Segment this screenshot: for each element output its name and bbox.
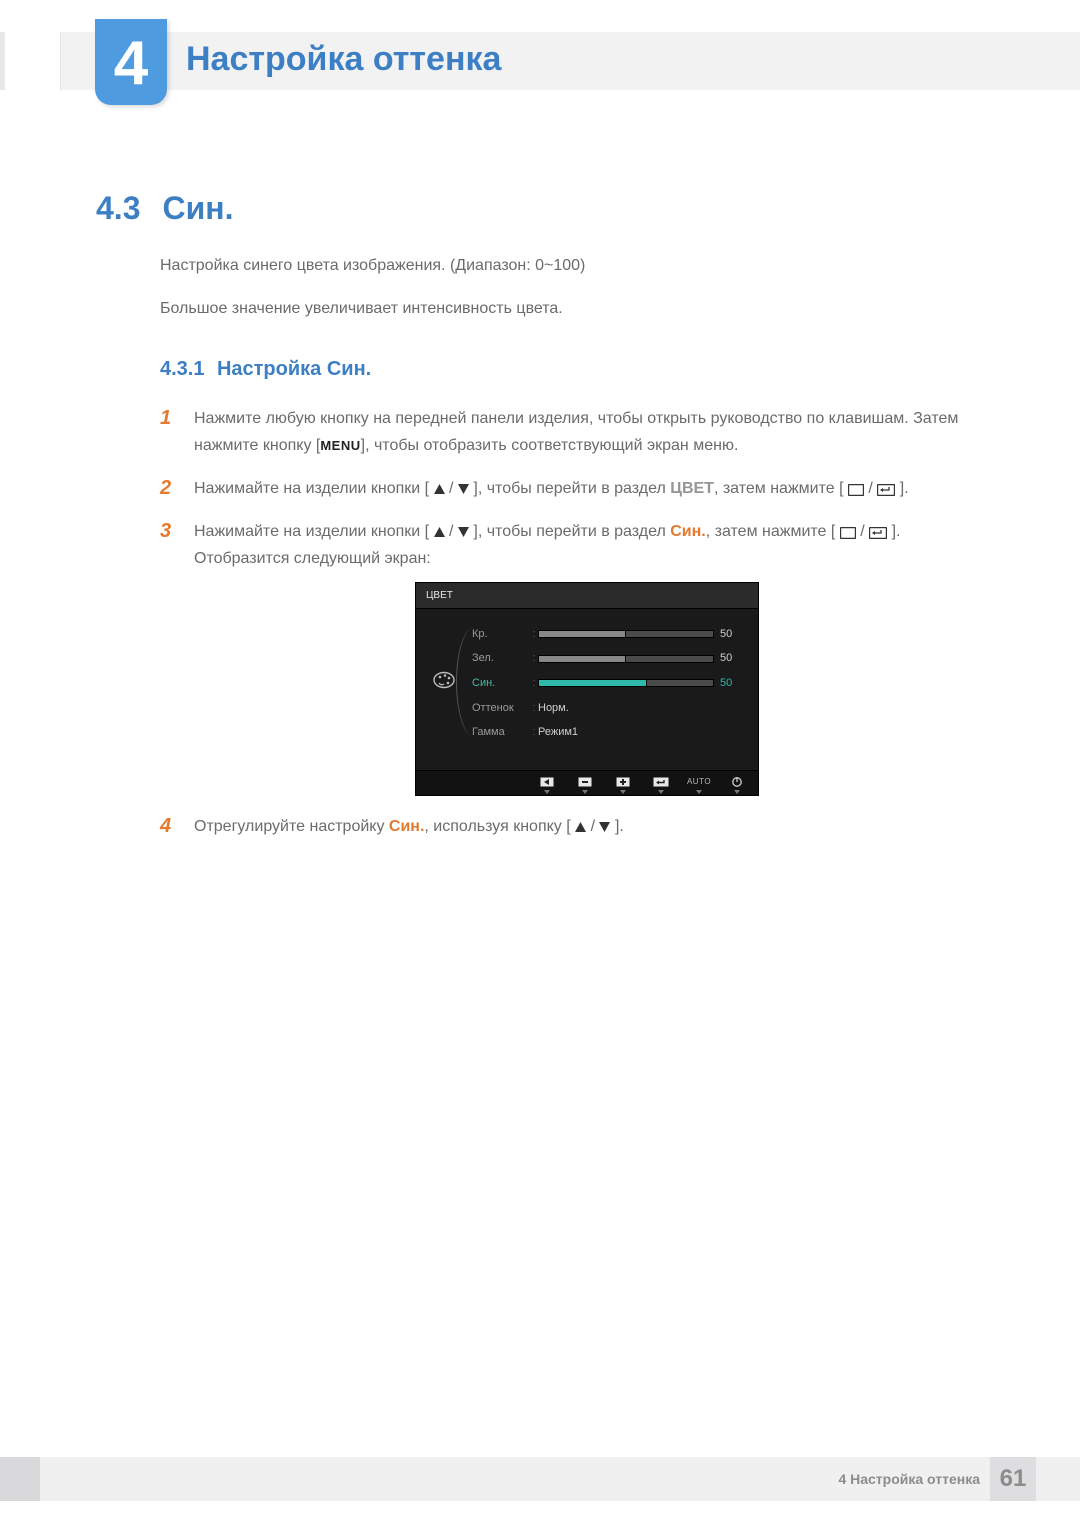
step-2-text-b: ], чтобы перейти в раздел bbox=[473, 480, 670, 497]
step-3-text-c: , затем нажмите [ bbox=[706, 523, 836, 540]
step-1-text-b: ], чтобы отобразить соответствующий экра… bbox=[361, 437, 739, 454]
chapter-title: Настройка оттенка bbox=[186, 40, 501, 79]
up-triangle-icon bbox=[434, 484, 445, 494]
slash: / bbox=[449, 523, 453, 540]
source-icon bbox=[840, 527, 856, 539]
osd-columns: Кр. : 50 Зел. : 50 С bbox=[472, 625, 748, 742]
osd-row-red-bar bbox=[538, 629, 714, 639]
osd-row-tone-value: Норм. bbox=[538, 699, 714, 718]
intro-paragraph-2: Большое значение увеличивает интенсивнос… bbox=[160, 297, 980, 322]
osd-row-red-label: Кр. bbox=[472, 625, 530, 644]
section-keyword: Син. bbox=[389, 818, 425, 835]
osd-bracket bbox=[456, 627, 476, 737]
step-3-text-b: ], чтобы перейти в раздел bbox=[473, 523, 670, 540]
osd-sep: : bbox=[530, 625, 538, 644]
step-4-text-a: Отрегулируйте настройку bbox=[194, 818, 389, 835]
subsection-name: Настройка Син. bbox=[217, 358, 371, 380]
subsection-number: 4.3.1 bbox=[160, 358, 204, 380]
menu-keyword: MENU bbox=[320, 438, 360, 453]
osd-footer: AUTO bbox=[416, 770, 758, 795]
chapter-number-badge: 4 bbox=[95, 19, 167, 105]
slash: / bbox=[860, 523, 864, 540]
osd-row-blue-label: Син. bbox=[472, 674, 530, 693]
section-number: 4.3 bbox=[96, 190, 140, 227]
header-left-strip bbox=[5, 32, 61, 90]
section-keyword: ЦВЕТ bbox=[670, 480, 714, 497]
footer-left-strip bbox=[0, 1457, 40, 1501]
osd-sep: : bbox=[530, 674, 538, 693]
osd-minus-icon bbox=[574, 775, 596, 789]
enter-icon bbox=[877, 484, 895, 496]
step-2-text-c: , затем нажмите [ bbox=[714, 480, 844, 497]
osd-row-gamma-value: Режим1 bbox=[538, 723, 714, 742]
step-4-text-b: , используя кнопку [ bbox=[424, 818, 570, 835]
slash: / bbox=[591, 818, 595, 835]
body-content: Настройка синего цвета изображения. (Диа… bbox=[160, 254, 980, 856]
osd-body: Кр. : 50 Зел. : 50 С bbox=[416, 609, 758, 770]
step-3: 3 Нажимайте на изделии кнопки [ / ], что… bbox=[160, 518, 980, 795]
osd-sep: : bbox=[530, 723, 538, 742]
osd-row-green-label: Зел. bbox=[472, 649, 530, 668]
source-icon bbox=[848, 484, 864, 496]
step-number: 3 bbox=[160, 518, 171, 544]
section-heading: 4.3 Син. bbox=[96, 190, 233, 227]
osd-row-blue-bar bbox=[538, 678, 714, 688]
osd-row-red-value: 50 bbox=[714, 625, 748, 644]
up-triangle-icon bbox=[575, 822, 586, 832]
osd-row-tone-label: Оттенок bbox=[472, 699, 530, 718]
osd-screenshot: ЦВЕТ Кр. : 50 Зел. bbox=[416, 583, 758, 795]
step-number: 4 bbox=[160, 813, 171, 839]
step-2: 2 Нажимайте на изделии кнопки [ / ], что… bbox=[160, 475, 980, 502]
osd-row-green-bar bbox=[538, 654, 714, 664]
osd-row-green-value: 50 bbox=[714, 649, 748, 668]
osd-title: ЦВЕТ bbox=[416, 583, 758, 609]
step-number: 1 bbox=[160, 405, 171, 431]
osd-sep: : bbox=[530, 649, 538, 668]
intro-paragraph-1: Настройка синего цвета изображения. (Диа… bbox=[160, 254, 980, 279]
down-triangle-icon bbox=[458, 527, 469, 537]
osd-sep: : bbox=[530, 699, 538, 718]
osd-power-icon bbox=[726, 775, 748, 789]
enter-icon bbox=[869, 527, 887, 539]
subsection-heading: 4.3.1 Настройка Син. bbox=[160, 358, 980, 381]
steps-list: 1 Нажмите любую кнопку на передней панел… bbox=[160, 405, 980, 841]
step-4-text-c: ]. bbox=[615, 818, 624, 835]
osd-category-icon bbox=[430, 625, 458, 689]
section-keyword: Син. bbox=[670, 523, 706, 540]
footer-page-number: 61 bbox=[990, 1457, 1036, 1501]
down-triangle-icon bbox=[458, 484, 469, 494]
step-4: 4 Отрегулируйте настройку Син., использу… bbox=[160, 813, 980, 840]
step-3-text-a: Нажимайте на изделии кнопки [ bbox=[194, 523, 429, 540]
section-name: Син. bbox=[162, 190, 233, 227]
osd-auto-label: AUTO bbox=[688, 775, 710, 789]
manual-page: 4 Настройка оттенка 4.3 Син. Настройка с… bbox=[0, 0, 1080, 1527]
osd-back-icon bbox=[536, 775, 558, 789]
page-footer: 4 Настройка оттенка 61 bbox=[0, 1457, 1080, 1501]
osd-plus-icon bbox=[612, 775, 634, 789]
up-triangle-icon bbox=[434, 527, 445, 537]
slash: / bbox=[449, 480, 453, 497]
step-2-text-d: ]. bbox=[900, 480, 909, 497]
osd-auto-text: AUTO bbox=[687, 775, 711, 789]
osd-row-blue-value: 50 bbox=[714, 674, 748, 693]
osd-enter-icon bbox=[650, 775, 672, 789]
step-2-text-a: Нажимайте на изделии кнопки [ bbox=[194, 480, 429, 497]
footer-label: 4 Настройка оттенка bbox=[838, 1471, 980, 1487]
slash: / bbox=[868, 480, 872, 497]
osd-row-gamma-label: Гамма bbox=[472, 723, 530, 742]
down-triangle-icon bbox=[599, 822, 610, 832]
step-number: 2 bbox=[160, 475, 171, 501]
step-1: 1 Нажмите любую кнопку на передней панел… bbox=[160, 405, 980, 459]
